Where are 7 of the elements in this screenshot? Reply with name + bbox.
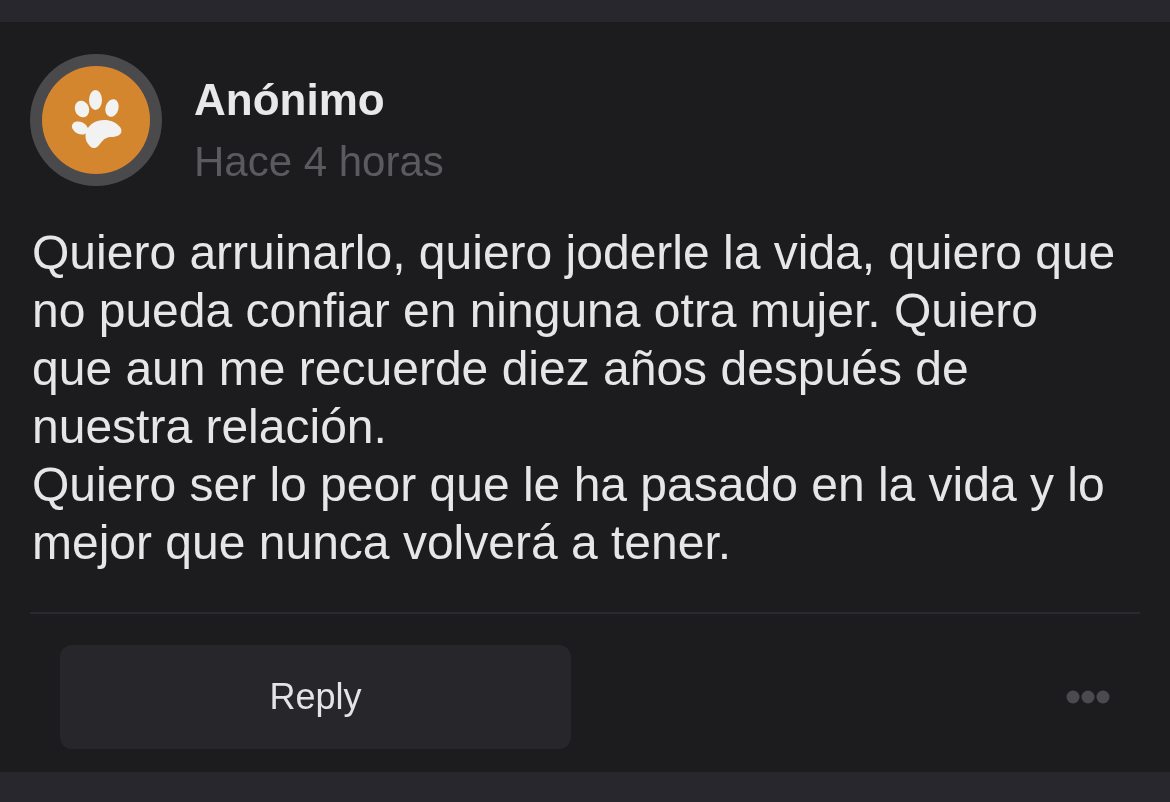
reply-button[interactable]: Reply xyxy=(60,645,571,749)
post-text: Quiero ser lo peor que le ha pasado en la vida y lo mejor que nunca volverá a tener. xyxy=(32,457,1106,571)
post-text: Quiero arruinarlo, quiero joderle la vida, quiero que no pueda confiar en ninguna otra mujer. Quiero que aun me recuerde diez años después de nuestra relación. xyxy=(32,225,1117,455)
more-icon[interactable] xyxy=(1066,690,1110,704)
author-name: Anónimo xyxy=(194,74,386,126)
post-time: Hace 4 horas xyxy=(194,137,444,187)
paw-icon xyxy=(70,90,122,148)
